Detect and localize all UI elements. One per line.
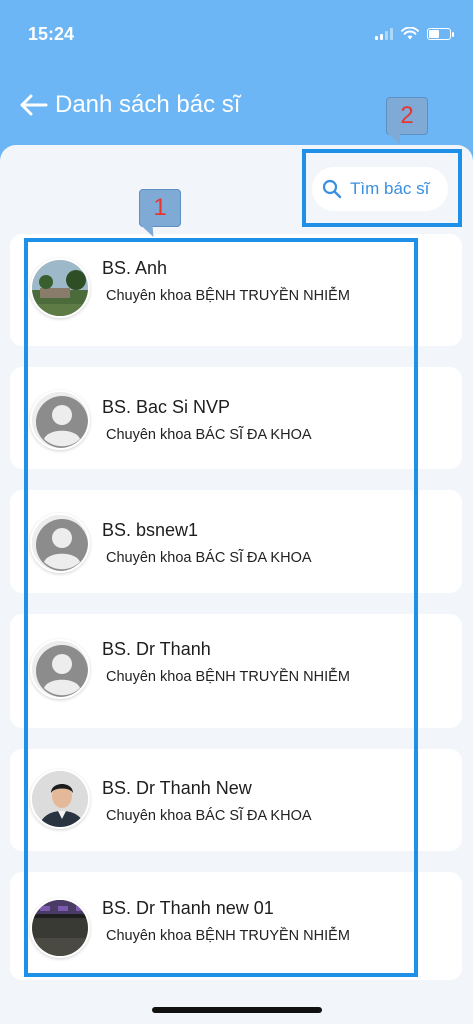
signal-icon: [375, 27, 393, 40]
default-user-icon: [32, 515, 88, 571]
page-title: Danh sách bác sĩ: [55, 91, 241, 118]
doctor-specialty: Chuyên khoa BÁC SĨ ĐA KHOA: [106, 427, 312, 443]
avatar: [30, 639, 90, 699]
battery-icon: [427, 27, 454, 40]
avatar: [30, 513, 90, 573]
avatar: [30, 258, 90, 318]
doctor-name: BS. Dr Thanh new 01: [102, 898, 274, 918]
doctor-specialty: Chuyên khoa BÁC SĨ ĐA KHOA: [106, 808, 312, 824]
doctor-card[interactable]: BS. Anh Chuyên khoa BỆNH TRUYỀN NHIỄM: [10, 234, 462, 346]
status-time: 15:24: [28, 24, 75, 44]
doctor-name: BS. Dr Thanh New: [102, 778, 252, 798]
doctor-card[interactable]: BS. bsnew1 Chuyên khoa BÁC SĨ ĐA KHOA: [10, 490, 462, 593]
status-bar: 15:24: [0, 0, 473, 70]
home-indicator[interactable]: [152, 1007, 322, 1013]
landscape-photo-icon: [32, 260, 88, 316]
doctor-specialty: Chuyên khoa BỆNH TRUYỀN NHIỄM: [106, 288, 350, 304]
avatar: [30, 390, 90, 450]
search-box[interactable]: [312, 167, 448, 211]
doctor-specialty: Chuyên khoa BỆNH TRUYỀN NHIỄM: [106, 669, 350, 685]
doctor-card[interactable]: BS. Bac Si NVP Chuyên khoa BÁC SĨ ĐA KHO…: [10, 367, 462, 469]
search-input[interactable]: [350, 179, 446, 199]
arrow-left-icon: [20, 94, 48, 116]
annotation-badge-1: 1: [139, 189, 181, 227]
wifi-icon: [401, 27, 419, 40]
doctor-name: BS. Anh: [102, 258, 168, 278]
status-icons: [375, 27, 454, 40]
annotation-badge-2: 2: [386, 97, 428, 135]
doctor-card[interactable]: BS. Dr Thanh Chuyên khoa BỆNH TRUYỀN NHI…: [10, 614, 462, 728]
doctor-card[interactable]: BS. Dr Thanh new 01 Chuyên khoa BỆNH TRU…: [10, 872, 462, 980]
avatar: [30, 769, 90, 829]
default-user-icon: [32, 641, 88, 697]
doctor-specialty: Chuyên khoa BỆNH TRUYỀN NHIỄM: [106, 928, 350, 944]
dark-photo-icon: [32, 900, 88, 956]
default-user-icon: [32, 392, 88, 448]
search-icon: [322, 179, 342, 199]
avatar: [30, 898, 90, 958]
back-button[interactable]: [18, 90, 50, 120]
doctor-name: BS. Dr Thanh: [102, 639, 211, 659]
doctor-specialty: Chuyên khoa BÁC SĨ ĐA KHOA: [106, 550, 312, 566]
doctor-name: BS. Bac Si NVP: [102, 397, 231, 417]
person-photo-icon: [32, 771, 88, 827]
doctor-card[interactable]: BS. Dr Thanh New Chuyên khoa BÁC SĨ ĐA K…: [10, 749, 462, 851]
doctor-name: BS. bsnew1: [102, 520, 199, 540]
